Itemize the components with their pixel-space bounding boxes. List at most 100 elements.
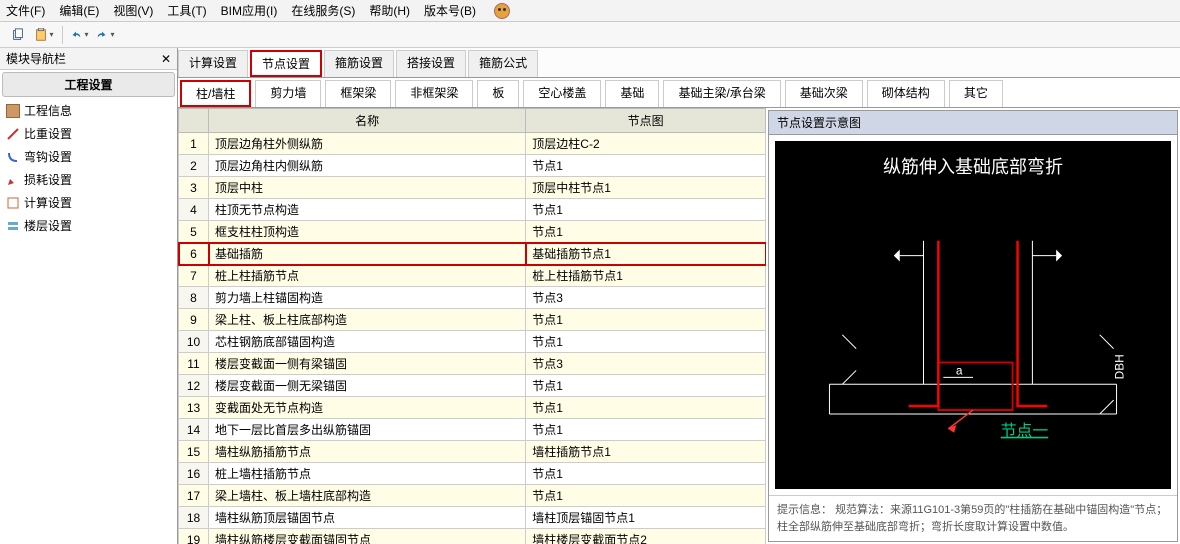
subtab-secbeam[interactable]: 基础次梁	[785, 80, 863, 107]
row-name: 墙柱纵筋楼层变截面锚固节点	[209, 529, 526, 544]
menu-tools[interactable]: 工具(T)	[167, 2, 206, 19]
primary-tabs: 计算设置 节点设置 箍筋设置 搭接设置 箍筋公式	[178, 48, 1180, 78]
table-row[interactable]: 12楼层变截面一侧无梁锚固节点1	[179, 375, 766, 397]
nav-close-button[interactable]: ✕	[161, 52, 171, 66]
nav-item-floor[interactable]: 楼层设置	[0, 214, 177, 237]
table-row[interactable]: 10芯柱钢筋底部锚固构造节点1	[179, 331, 766, 353]
copy-button[interactable]	[6, 25, 30, 45]
secondary-tabs: 柱/墙柱 剪力墙 框架梁 非框架梁 板 空心楼盖 基础 基础主梁/承台梁 基础次…	[178, 78, 1180, 108]
row-name: 变截面处无节点构造	[209, 397, 526, 419]
undo-icon	[69, 28, 83, 42]
table-row[interactable]: 18墙柱纵筋顶层锚固节点墙柱顶层锚固节点1	[179, 507, 766, 529]
row-node: 节点3	[526, 353, 766, 375]
row-num: 6	[179, 243, 209, 265]
row-node: 节点1	[526, 155, 766, 177]
row-name: 顶层边角柱外侧纵筋	[209, 133, 526, 155]
row-node: 桩上柱插筋节点1	[526, 265, 766, 287]
menu-file[interactable]: 文件(F)	[6, 2, 45, 19]
subtab-other[interactable]: 其它	[949, 80, 1003, 107]
subtab-capbeam[interactable]: 基础主梁/承台梁	[663, 80, 780, 107]
subtab-foundation[interactable]: 基础	[605, 80, 659, 107]
module-nav-panel: 模块导航栏 ✕ 工程设置 工程信息 比重设置 弯钩设置 损耗设置 计算设置 楼层…	[0, 48, 178, 544]
row-num: 18	[179, 507, 209, 529]
table-row[interactable]: 5框支柱柱顶构造节点1	[179, 221, 766, 243]
rebar-diagram-svg: a DBH 节点一	[775, 141, 1171, 489]
table-row[interactable]: 17梁上墙柱、板上墙柱底部构造节点1	[179, 485, 766, 507]
nav-item-project-info[interactable]: 工程信息	[0, 99, 177, 122]
row-num: 13	[179, 397, 209, 419]
hook-icon	[6, 150, 20, 164]
menu-help[interactable]: 帮助(H)	[369, 2, 410, 19]
nav-list: 工程信息 比重设置 弯钩设置 损耗设置 计算设置 楼层设置	[0, 99, 177, 237]
diagram-panel: 节点设置示意图 纵筋伸入基础底部弯折	[768, 110, 1178, 542]
mascot-icon	[494, 3, 510, 19]
table-row[interactable]: 16桩上墙柱插筋节点节点1	[179, 463, 766, 485]
copy-icon	[11, 28, 25, 42]
menu-edit[interactable]: 编辑(E)	[59, 2, 99, 19]
row-node: 墙柱插筋节点1	[526, 441, 766, 463]
info-text: 规范算法：来源11G101-3第59页的"柱插筋在基础中锚固构造"节点；柱全部纵…	[777, 504, 1167, 533]
menu-online[interactable]: 在线服务(S)	[291, 2, 355, 19]
table-row[interactable]: 6基础插筋基础插筋节点1	[179, 243, 766, 265]
nav-item-hook[interactable]: 弯钩设置	[0, 145, 177, 168]
tab-calc-settings[interactable]: 计算设置	[178, 50, 248, 77]
row-node: 节点1	[526, 375, 766, 397]
subtab-nonframe[interactable]: 非框架梁	[395, 80, 473, 107]
row-num: 1	[179, 133, 209, 155]
nav-item-calc[interactable]: 计算设置	[0, 191, 177, 214]
nav-item-weight[interactable]: 比重设置	[0, 122, 177, 145]
table-row[interactable]: 13变截面处无节点构造节点1	[179, 397, 766, 419]
table-row[interactable]: 2顶层边角柱内侧纵筋节点1	[179, 155, 766, 177]
row-num: 11	[179, 353, 209, 375]
table-row[interactable]: 9梁上柱、板上柱底部构造节点1	[179, 309, 766, 331]
table-row[interactable]: 8剪力墙上柱锚固构造节点3	[179, 287, 766, 309]
row-num: 15	[179, 441, 209, 463]
table-row[interactable]: 15墙柱纵筋插筋节点墙柱插筋节点1	[179, 441, 766, 463]
tab-node-settings[interactable]: 节点设置	[250, 50, 322, 77]
row-node: 节点1	[526, 485, 766, 507]
menu-bim[interactable]: BIM应用(I)	[221, 2, 278, 19]
paste-button[interactable]: ▾	[32, 25, 56, 45]
table-row[interactable]: 1顶层边角柱外侧纵筋顶层边柱C-2	[179, 133, 766, 155]
dropdown-arrow-icon: ▾	[49, 30, 53, 39]
redo-button[interactable]: ▾	[93, 25, 117, 45]
subtab-hollow[interactable]: 空心楼盖	[523, 80, 601, 107]
subtab-shearwall[interactable]: 剪力墙	[255, 80, 321, 107]
tab-stirrup-formula[interactable]: 箍筋公式	[468, 50, 538, 77]
col-node: 节点图	[526, 109, 766, 133]
row-node: 节点1	[526, 463, 766, 485]
dropdown-arrow-icon: ▾	[110, 30, 114, 39]
table-row[interactable]: 11楼层变截面一侧有梁锚固节点3	[179, 353, 766, 375]
undo-button[interactable]: ▾	[67, 25, 91, 45]
nav-section-header[interactable]: 工程设置	[2, 72, 175, 97]
nav-item-loss[interactable]: 损耗设置	[0, 168, 177, 191]
diagram-info: 提示信息： 规范算法：来源11G101-3第59页的"柱插筋在基础中锚固构造"节…	[769, 495, 1177, 541]
row-node: 墙柱楼层变截面节点2	[526, 529, 766, 544]
tab-lap-settings[interactable]: 搭接设置	[396, 50, 466, 77]
subtab-column[interactable]: 柱/墙柱	[180, 80, 251, 107]
subtab-masonry[interactable]: 砌体结构	[867, 80, 945, 107]
row-num: 19	[179, 529, 209, 544]
table-row[interactable]: 4柱顶无节点构造节点1	[179, 199, 766, 221]
row-name: 楼层变截面一侧无梁锚固	[209, 375, 526, 397]
row-name: 桩上墙柱插筋节点	[209, 463, 526, 485]
row-name: 楼层变截面一侧有梁锚固	[209, 353, 526, 375]
row-name: 顶层中柱	[209, 177, 526, 199]
col-num	[179, 109, 209, 133]
subtab-slab[interactable]: 板	[477, 80, 519, 107]
table-row[interactable]: 14地下一层比首层多出纵筋锚固节点1	[179, 419, 766, 441]
table-row[interactable]: 3顶层中柱顶层中柱节点1	[179, 177, 766, 199]
menu-view[interactable]: 视图(V)	[113, 2, 153, 19]
row-num: 8	[179, 287, 209, 309]
tab-stirrup-settings[interactable]: 箍筋设置	[324, 50, 394, 77]
svg-text:a: a	[956, 363, 963, 377]
table-row[interactable]: 19墙柱纵筋楼层变截面锚固节点墙柱楼层变截面节点2	[179, 529, 766, 544]
row-num: 5	[179, 221, 209, 243]
table-row[interactable]: 7桩上柱插筋节点桩上柱插筋节点1	[179, 265, 766, 287]
row-name: 基础插筋	[209, 243, 526, 265]
menu-version[interactable]: 版本号(B)	[424, 2, 476, 19]
subtab-framebeam[interactable]: 框架梁	[325, 80, 391, 107]
diagram-canvas: 纵筋伸入基础底部弯折	[775, 141, 1171, 489]
node-table[interactable]: 名称 节点图 1顶层边角柱外侧纵筋顶层边柱C-22顶层边角柱内侧纵筋节点13顶层…	[178, 108, 766, 544]
row-name: 桩上柱插筋节点	[209, 265, 526, 287]
